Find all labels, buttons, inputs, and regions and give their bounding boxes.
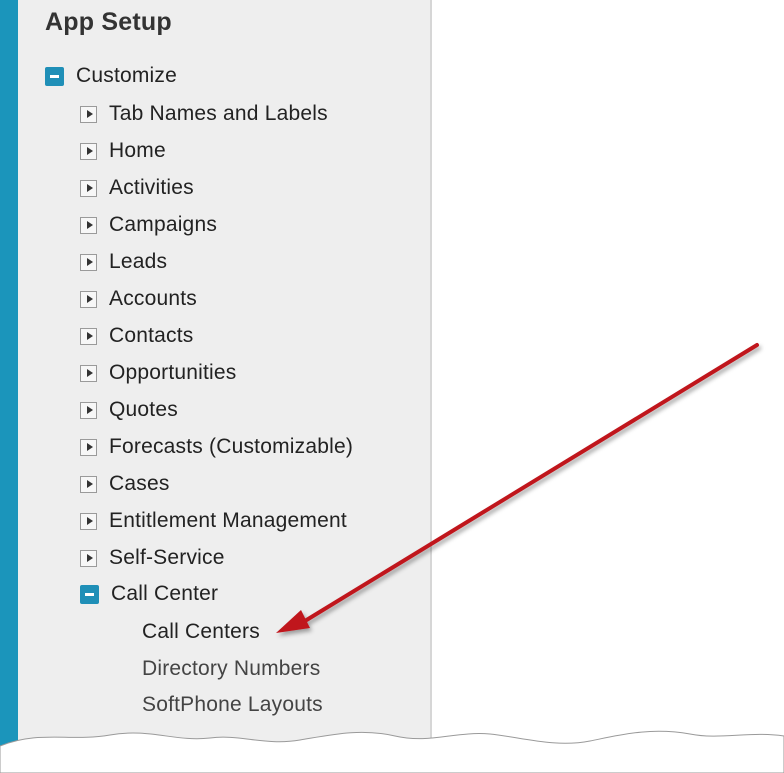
- torn-paper-edge: [0, 730, 784, 773]
- red-arrow-icon: [276, 343, 759, 633]
- annotation-overlay: [0, 343, 784, 773]
